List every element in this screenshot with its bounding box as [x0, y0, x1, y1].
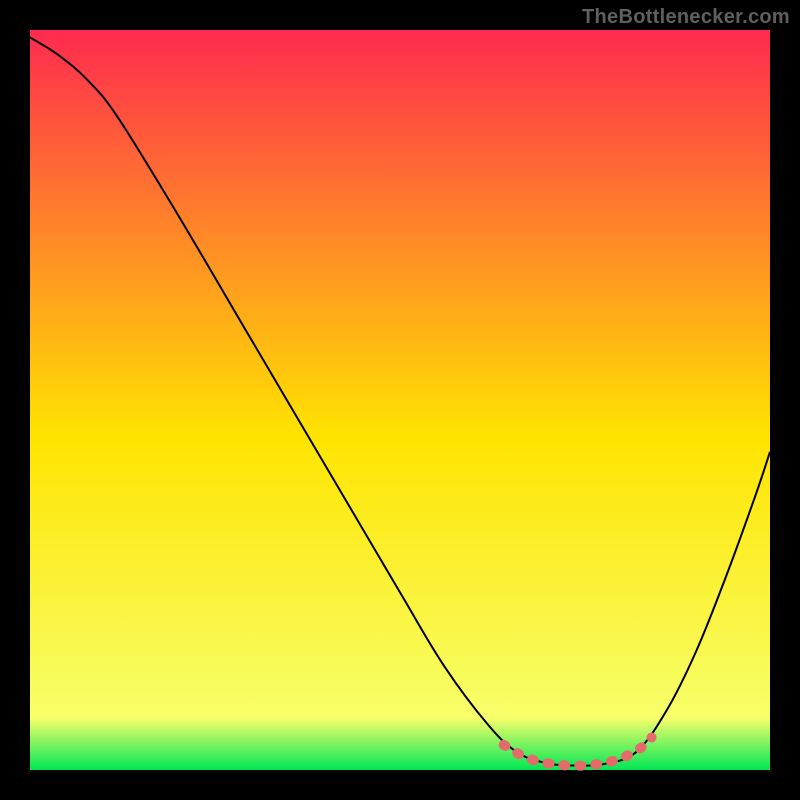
- chart-background: [30, 30, 770, 770]
- bottleneck-curve-chart: [0, 0, 800, 800]
- source-attribution: TheBottlenecker.com: [582, 6, 790, 29]
